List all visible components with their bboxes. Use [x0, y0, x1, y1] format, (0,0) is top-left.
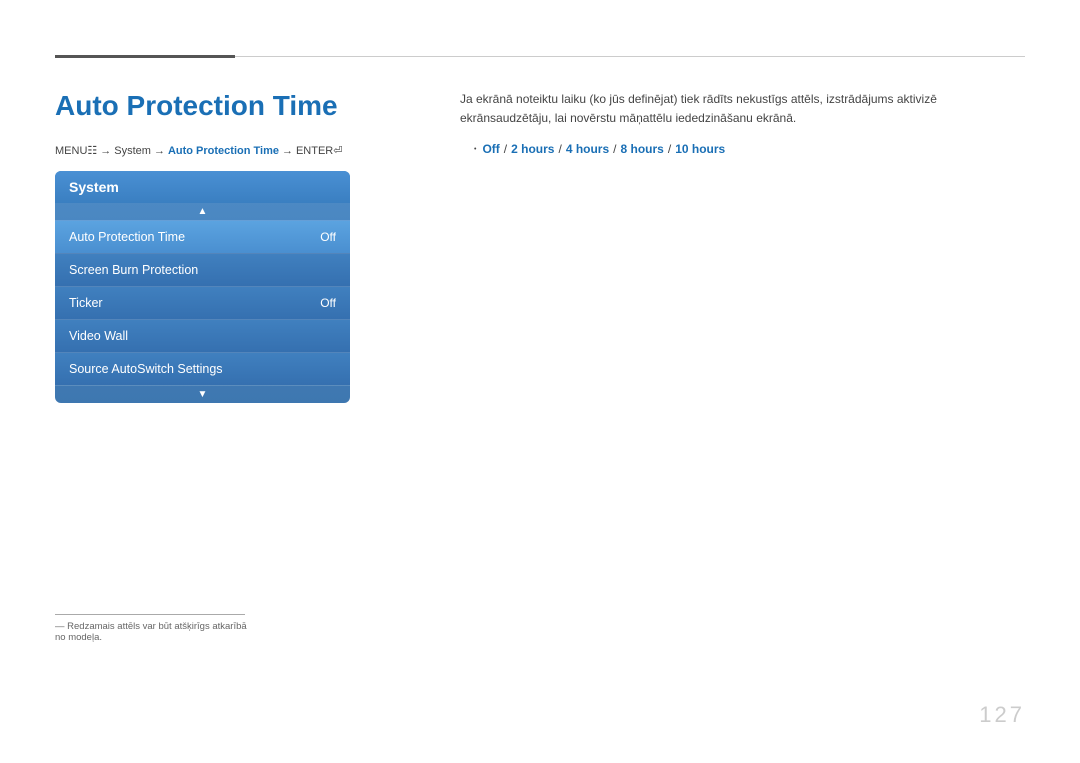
- breadcrumb: MENU☷ → System → Auto Protection Time → …: [55, 144, 425, 157]
- options-list: • Off / 2 hours / 4 hours / 8 hours / 10…: [474, 142, 1025, 156]
- bullet-icon: •: [474, 146, 476, 153]
- system-menu-header: System: [55, 171, 350, 203]
- top-line-dark: [55, 55, 235, 58]
- footnote-section: ― Redzamais attēls var būt atšķirīgs atk…: [55, 614, 255, 643]
- menu-item-screen-burn-label: Screen Burn Protection: [69, 263, 198, 277]
- system-menu-title: System: [69, 179, 119, 195]
- top-decoration: [55, 55, 1025, 58]
- footnote-text: ― Redzamais attēls var būt atšķirīgs atk…: [55, 621, 255, 643]
- option-2hours: 2 hours: [511, 142, 554, 156]
- right-column: Ja ekrānā noteiktu laiku (ko jūs definēj…: [460, 90, 1025, 156]
- separator-2: /: [558, 142, 561, 156]
- breadcrumb-arrow-1: →: [100, 145, 111, 157]
- menu-item-ticker-label: Ticker: [69, 296, 103, 310]
- menu-item-video-wall-label: Video Wall: [69, 329, 128, 343]
- menu-item-ticker[interactable]: Ticker Off: [55, 286, 350, 319]
- footnote-divider: [55, 614, 245, 615]
- menu-item-source-autoswitch[interactable]: Source AutoSwitch Settings: [55, 352, 350, 385]
- separator-1: /: [504, 142, 507, 156]
- option-8hours: 8 hours: [621, 142, 664, 156]
- top-line-light: [235, 56, 1025, 57]
- page-title: Auto Protection Time: [55, 90, 425, 122]
- menu-item-ticker-value: Off: [320, 296, 336, 310]
- menu-item-screen-burn[interactable]: Screen Burn Protection: [55, 253, 350, 286]
- menu-item-auto-protection-label: Auto Protection Time: [69, 230, 185, 244]
- menu-item-source-autoswitch-label: Source AutoSwitch Settings: [69, 362, 223, 376]
- breadcrumb-enter: ENTER⏎: [296, 144, 343, 157]
- separator-4: /: [668, 142, 671, 156]
- option-off: Off: [482, 142, 499, 156]
- option-4hours: 4 hours: [566, 142, 609, 156]
- system-menu: System ▲ Auto Protection Time Off Screen…: [55, 171, 350, 403]
- page-number: 127: [979, 702, 1025, 728]
- menu-item-auto-protection[interactable]: Auto Protection Time Off: [55, 220, 350, 253]
- breadcrumb-menu: MENU☷: [55, 144, 97, 157]
- menu-item-video-wall[interactable]: Video Wall: [55, 319, 350, 352]
- left-column: Auto Protection Time MENU☷ → System → Au…: [55, 80, 425, 403]
- menu-item-auto-protection-value: Off: [320, 230, 336, 244]
- breadcrumb-system: System: [114, 145, 151, 157]
- separator-3: /: [613, 142, 616, 156]
- option-10hours: 10 hours: [675, 142, 725, 156]
- breadcrumb-current: Auto Protection Time: [168, 145, 279, 157]
- breadcrumb-arrow-3: →: [282, 145, 293, 157]
- scroll-down-icon[interactable]: ▼: [55, 385, 350, 403]
- description-text: Ja ekrānā noteiktu laiku (ko jūs definēj…: [460, 90, 1025, 128]
- breadcrumb-arrow-2: →: [154, 145, 165, 157]
- scroll-up-icon[interactable]: ▲: [55, 203, 350, 220]
